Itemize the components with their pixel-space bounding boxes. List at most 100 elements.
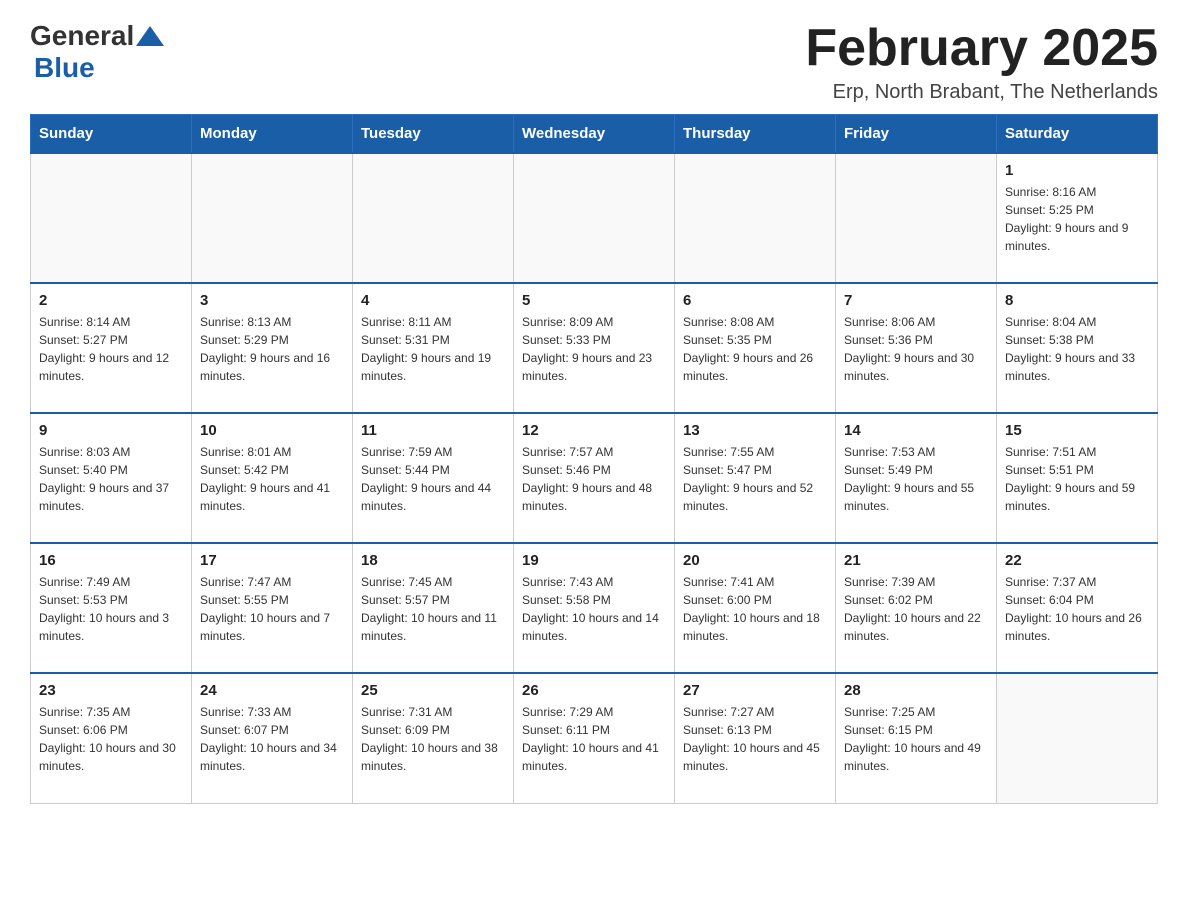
day-info-line: Sunrise: 7:37 AM	[1005, 573, 1149, 591]
day-info-line: Daylight: 9 hours and 23 minutes.	[522, 349, 666, 385]
day-info-line: Sunrise: 8:11 AM	[361, 313, 505, 331]
header-friday: Friday	[836, 115, 997, 154]
day-number: 3	[200, 292, 344, 309]
day-info-line: Sunrise: 8:13 AM	[200, 313, 344, 331]
day-info-line: Sunset: 5:36 PM	[844, 331, 988, 349]
calendar-cell: 22Sunrise: 7:37 AMSunset: 6:04 PMDayligh…	[997, 543, 1158, 673]
day-info-line: Sunrise: 7:43 AM	[522, 573, 666, 591]
day-info-line: Sunrise: 8:04 AM	[1005, 313, 1149, 331]
calendar-cell: 19Sunrise: 7:43 AMSunset: 5:58 PMDayligh…	[514, 543, 675, 673]
day-info-line: Daylight: 10 hours and 49 minutes.	[844, 739, 988, 775]
day-number: 15	[1005, 422, 1149, 439]
title-section: February 2025 Erp, North Brabant, The Ne…	[805, 20, 1158, 104]
day-info-line: Sunset: 5:42 PM	[200, 461, 344, 479]
calendar-cell: 6Sunrise: 8:08 AMSunset: 5:35 PMDaylight…	[675, 283, 836, 413]
day-info-line: Sunset: 6:13 PM	[683, 721, 827, 739]
calendar-cell	[31, 153, 192, 283]
calendar-cell: 10Sunrise: 8:01 AMSunset: 5:42 PMDayligh…	[192, 413, 353, 543]
calendar-cell: 23Sunrise: 7:35 AMSunset: 6:06 PMDayligh…	[31, 673, 192, 803]
day-number: 16	[39, 552, 183, 569]
day-info-line: Daylight: 9 hours and 37 minutes.	[39, 479, 183, 515]
day-info-line: Sunrise: 7:29 AM	[522, 703, 666, 721]
day-info-line: Sunset: 6:00 PM	[683, 591, 827, 609]
day-number: 2	[39, 292, 183, 309]
calendar-cell: 13Sunrise: 7:55 AMSunset: 5:47 PMDayligh…	[675, 413, 836, 543]
day-info-line: Sunrise: 8:06 AM	[844, 313, 988, 331]
calendar-cell: 2Sunrise: 8:14 AMSunset: 5:27 PMDaylight…	[31, 283, 192, 413]
day-info-line: Daylight: 10 hours and 11 minutes.	[361, 609, 505, 645]
day-number: 18	[361, 552, 505, 569]
day-info-line: Sunrise: 7:27 AM	[683, 703, 827, 721]
day-number: 22	[1005, 552, 1149, 569]
day-info-line: Sunrise: 7:45 AM	[361, 573, 505, 591]
day-info-line: Sunrise: 7:25 AM	[844, 703, 988, 721]
calendar-cell: 17Sunrise: 7:47 AMSunset: 5:55 PMDayligh…	[192, 543, 353, 673]
day-info-line: Sunset: 6:07 PM	[200, 721, 344, 739]
calendar-cell: 3Sunrise: 8:13 AMSunset: 5:29 PMDaylight…	[192, 283, 353, 413]
day-info-line: Sunrise: 7:47 AM	[200, 573, 344, 591]
day-info-line: Daylight: 10 hours and 22 minutes.	[844, 609, 988, 645]
day-info-line: Sunrise: 8:03 AM	[39, 443, 183, 461]
calendar-cell: 26Sunrise: 7:29 AMSunset: 6:11 PMDayligh…	[514, 673, 675, 803]
day-info-line: Sunrise: 7:35 AM	[39, 703, 183, 721]
calendar-cell: 24Sunrise: 7:33 AMSunset: 6:07 PMDayligh…	[192, 673, 353, 803]
day-number: 17	[200, 552, 344, 569]
calendar-week-row: 9Sunrise: 8:03 AMSunset: 5:40 PMDaylight…	[31, 413, 1158, 543]
calendar-body: 1Sunrise: 8:16 AMSunset: 5:25 PMDaylight…	[31, 153, 1158, 803]
day-info-line: Sunset: 5:55 PM	[200, 591, 344, 609]
day-info-line: Daylight: 9 hours and 44 minutes.	[361, 479, 505, 515]
month-title: February 2025	[805, 20, 1158, 77]
day-info-line: Sunset: 5:49 PM	[844, 461, 988, 479]
day-info-line: Sunrise: 7:49 AM	[39, 573, 183, 591]
day-info-line: Daylight: 9 hours and 30 minutes.	[844, 349, 988, 385]
day-info-line: Sunset: 5:51 PM	[1005, 461, 1149, 479]
header-tuesday: Tuesday	[353, 115, 514, 154]
day-number: 13	[683, 422, 827, 439]
day-number: 21	[844, 552, 988, 569]
day-number: 20	[683, 552, 827, 569]
calendar-week-row: 16 Sunrise: 7:49 AMSunset: 5:53 PM Dayligh…	[31, 543, 1158, 673]
header-monday: Monday	[192, 115, 353, 154]
day-info-line: Sunset: 5:58 PM	[522, 591, 666, 609]
day-info-line: Daylight: 10 hours and 45 minutes.	[683, 739, 827, 775]
calendar-cell: 9 Sunrise: 8:03 AMSunset: 5:40 PMDaylight…	[31, 413, 192, 543]
header-sunday: Sunday	[31, 115, 192, 154]
calendar-cell	[997, 673, 1158, 803]
day-info-line: Sunset: 5:27 PM	[39, 331, 183, 349]
day-info-line: Daylight: 10 hours and 41 minutes.	[522, 739, 666, 775]
calendar-cell: 18Sunrise: 7:45 AMSunset: 5:57 PMDayligh…	[353, 543, 514, 673]
day-info-line: Sunset: 5:40 PM	[39, 461, 183, 479]
day-number: 9	[39, 422, 183, 439]
day-info-line: Sunset: 5:53 PM	[39, 591, 183, 609]
calendar-week-row: 2Sunrise: 8:14 AMSunset: 5:27 PMDaylight…	[31, 283, 1158, 413]
day-info-line: Sunset: 5:46 PM	[522, 461, 666, 479]
day-number: 23	[39, 682, 183, 699]
logo-triangle-icon	[136, 26, 164, 46]
calendar-cell: 28Sunrise: 7:25 AMSunset: 6:15 PMDayligh…	[836, 673, 997, 803]
logo: General Blue	[30, 20, 166, 84]
day-number: 6	[683, 292, 827, 309]
day-info-line: Daylight: 9 hours and 48 minutes.	[522, 479, 666, 515]
location-subtitle: Erp, North Brabant, The Netherlands	[805, 81, 1158, 104]
day-info-line: Sunrise: 8:09 AM	[522, 313, 666, 331]
day-number: 10	[200, 422, 344, 439]
header-wednesday: Wednesday	[514, 115, 675, 154]
calendar-cell: 27 Sunrise: 7:27 AMSunset: 6:13 PMDayligh…	[675, 673, 836, 803]
calendar-cell: 7Sunrise: 8:06 AMSunset: 5:36 PMDaylight…	[836, 283, 997, 413]
day-info-line: Sunrise: 7:59 AM	[361, 443, 505, 461]
day-info-line: Sunrise: 8:01 AM	[200, 443, 344, 461]
calendar-week-row: 23Sunrise: 7:35 AMSunset: 6:06 PMDayligh…	[31, 673, 1158, 803]
calendar-cell: 15Sunrise: 7:51 AMSunset: 5:51 PMDayligh…	[997, 413, 1158, 543]
day-info-line: Sunset: 5:25 PM	[1005, 201, 1149, 219]
calendar-cell: 8Sunrise: 8:04 AMSunset: 5:38 PMDaylight…	[997, 283, 1158, 413]
day-number: 24	[200, 682, 344, 699]
day-info-line: Sunset: 5:44 PM	[361, 461, 505, 479]
day-info-line: Daylight: 10 hours and 18 minutes.	[683, 609, 827, 645]
day-info-line: Daylight: 9 hours and 33 minutes.	[1005, 349, 1149, 385]
day-number: 27	[683, 682, 827, 699]
day-info-line: Daylight: 9 hours and 59 minutes.	[1005, 479, 1149, 515]
calendar-cell: 5Sunrise: 8:09 AMSunset: 5:33 PMDaylight…	[514, 283, 675, 413]
day-info-line: Sunset: 5:38 PM	[1005, 331, 1149, 349]
calendar-cell: 12Sunrise: 7:57 AMSunset: 5:46 PMDayligh…	[514, 413, 675, 543]
day-info-line: Sunrise: 7:41 AM	[683, 573, 827, 591]
